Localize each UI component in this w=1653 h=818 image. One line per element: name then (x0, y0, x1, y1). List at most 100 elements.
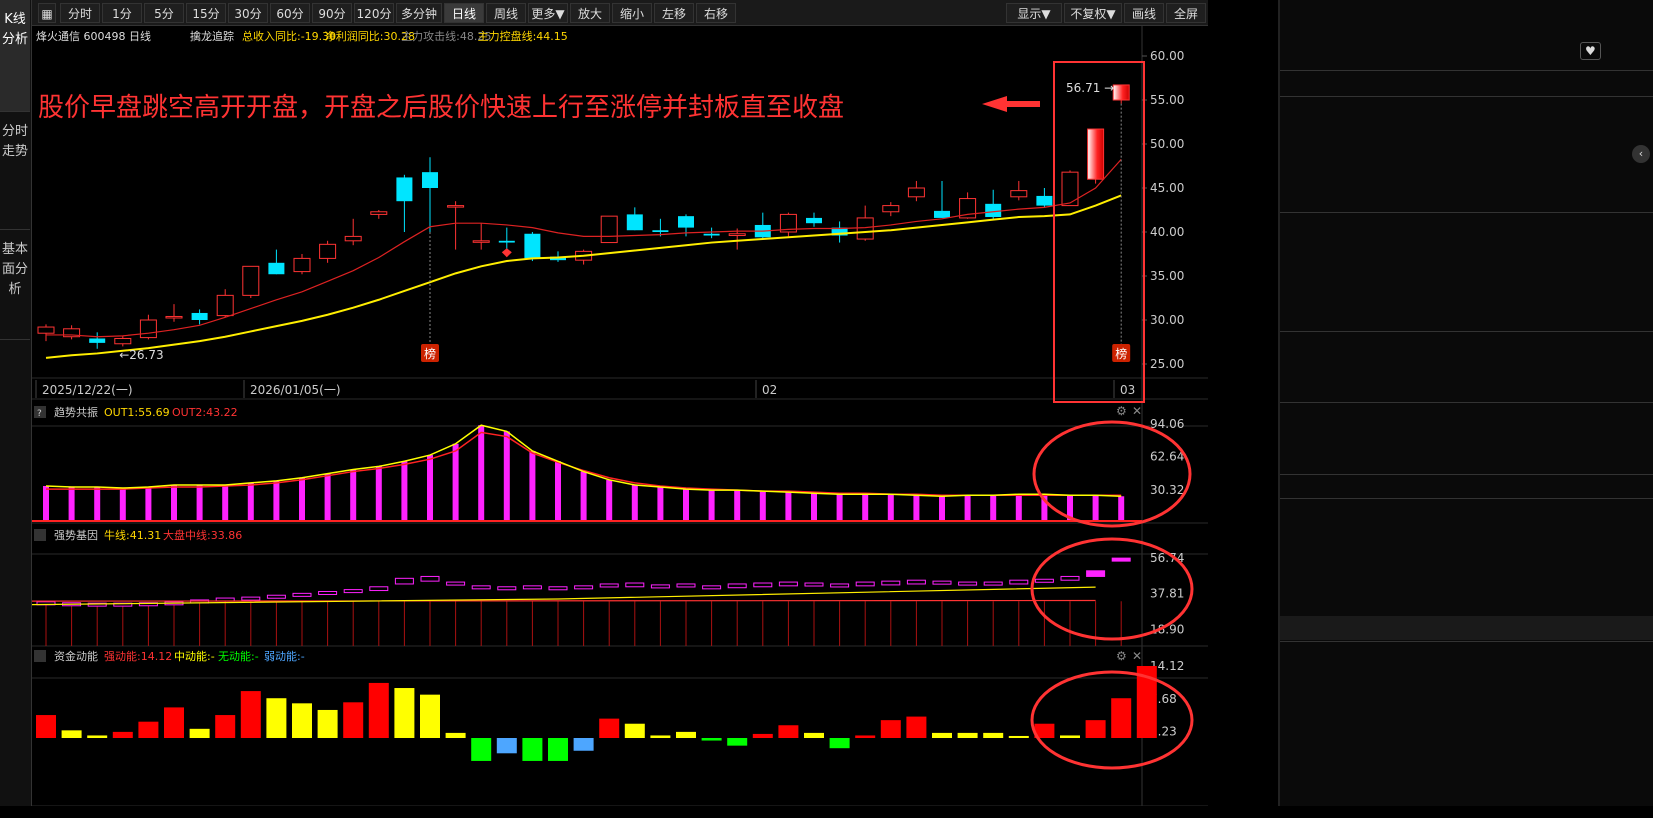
period-tab-10[interactable]: 周线 (486, 3, 526, 23)
fund-bar (240, 691, 261, 738)
fund-bar (496, 738, 517, 754)
strong-box (318, 590, 338, 595)
gear-icon[interactable]: ⚙ (1116, 649, 1127, 663)
trend-bar (631, 484, 638, 521)
period-tab-11[interactable]: 更多▼ (528, 3, 568, 23)
trend-bar (43, 485, 49, 521)
strong-box (394, 577, 414, 585)
strong-box (548, 586, 568, 591)
add-watchlist-button[interactable]: ♥ (1580, 42, 1601, 60)
period-tab-1[interactable]: 1分 (102, 3, 142, 23)
rank-badge-icon[interactable]: 榜 (1112, 344, 1131, 362)
fund-bar (317, 709, 338, 738)
fund-bar (1008, 735, 1029, 738)
strong-box (855, 581, 875, 587)
strong-box (702, 585, 722, 590)
fund-bar (471, 738, 492, 761)
fund-bar (266, 698, 287, 738)
trend-bar (555, 461, 561, 521)
strong-box (522, 585, 542, 590)
strong-box (497, 586, 517, 591)
high-price-label: 56.71 → (1066, 81, 1114, 95)
period-tab-15[interactable]: 右移 (696, 3, 736, 23)
price-tick-4: 40.00 (1150, 225, 1184, 239)
left-nav: K线分析 分时走势 基本面分析 (0, 0, 32, 806)
nav-item-2[interactable]: 基本面分析 (0, 230, 30, 340)
price-tick-5: 35.00 (1150, 269, 1184, 283)
strong-box (983, 581, 1003, 586)
kline-chart-svg[interactable]: 烽火通信 600498 日线 擒龙追踪 总收入同比:-19.30净利润同比:30.2… (31, 26, 1208, 807)
strong-box (292, 592, 312, 597)
fund-bar (906, 716, 927, 738)
close-icon[interactable]: ✕ (1132, 649, 1142, 663)
collapse-arrow-icon[interactable]: ‹ (1632, 145, 1650, 163)
fund-bar (87, 735, 108, 738)
strong-box (1060, 575, 1080, 581)
help-icon[interactable] (34, 529, 46, 541)
period-tab-3[interactable]: 15分 (186, 3, 226, 23)
trend-bar (708, 490, 715, 521)
period-tab-12[interactable]: 放大 (570, 3, 610, 23)
period-tab-7[interactable]: 120分 (354, 3, 394, 23)
strong-box (369, 586, 389, 592)
fund-bar (624, 723, 645, 738)
strong-box (778, 581, 798, 587)
fund-bar (983, 732, 1004, 738)
trend-bar (862, 494, 869, 521)
strong-box (676, 583, 696, 588)
period-tab-6[interactable]: 90分 (312, 3, 352, 23)
trend-bar (401, 461, 408, 521)
trend-bar (94, 487, 101, 521)
chart-area[interactable]: 烽火通信 600498 日线 擒龙追踪 总收入同比:-19.30 净利润同比:30.2… (31, 26, 1208, 807)
trend-bar (811, 493, 817, 521)
strong-box (650, 584, 670, 589)
close-icon[interactable]: ✕ (1132, 404, 1142, 418)
strong-box (958, 581, 978, 586)
trend-bar (657, 487, 664, 521)
help-icon[interactable] (34, 650, 46, 662)
period-tab-5[interactable]: 60分 (270, 3, 310, 23)
period-tab-13[interactable]: 缩小 (612, 3, 652, 23)
toolbar-right-1[interactable]: 不复权▼ (1064, 3, 1122, 23)
toolbar-right-2[interactable]: 画线 (1124, 3, 1164, 23)
trend-bar (683, 489, 689, 521)
trend-bar (478, 425, 485, 521)
svg-text:?: ? (37, 409, 42, 419)
fund-bar (701, 738, 722, 741)
period-tab-9[interactable]: 日线 (444, 3, 484, 23)
fund-bar (548, 738, 568, 761)
period-tab-14[interactable]: 左移 (654, 3, 694, 23)
fund-bar (36, 715, 56, 738)
strong-box (599, 583, 619, 588)
rank-badge-icon[interactable]: 榜 (421, 344, 439, 362)
fund-none: 无动能:- (218, 649, 259, 663)
fund-bar (829, 738, 850, 749)
price-tick-7: 25.00 (1150, 357, 1184, 371)
fund-bar (1085, 720, 1106, 738)
fund-bar (752, 733, 773, 738)
period-tab-0[interactable]: 分时 (60, 3, 100, 23)
gear-icon[interactable]: ⚙ (1116, 404, 1127, 418)
fund-bar (957, 732, 978, 738)
strong-box (574, 585, 594, 590)
strong-box (1111, 557, 1131, 562)
trend-bar (606, 479, 613, 521)
trend-bar (145, 487, 152, 521)
period-tab-8[interactable]: 多分钟 (396, 3, 442, 23)
period-tab-2[interactable]: 5分 (144, 3, 184, 23)
trend-bar (324, 473, 331, 521)
quote-panel: ♥ ‹ (1278, 0, 1653, 806)
toolbar-right-0[interactable]: 显示▼ (1006, 3, 1062, 23)
fund-bar (855, 735, 876, 738)
toolbar-right-3[interactable]: 全屏 (1166, 3, 1206, 23)
nav-item-1[interactable]: 分时走势 (0, 112, 30, 230)
strong-box (420, 575, 440, 582)
period-tab-4[interactable]: 30分 (228, 3, 268, 23)
menu-icon[interactable]: ▦ (38, 3, 56, 23)
strong-box (1086, 570, 1106, 577)
strong-box (753, 582, 773, 588)
nav-item-0[interactable]: K线分析 (0, 0, 30, 112)
indicator-value-3: 主力控盘线:44.15 (478, 29, 568, 43)
period-toolbar: ▦ 分时 1分 5分 15分 30分 60分 90分 120分 多分钟 日线 周线 更多▼ 放大 缩小 左移右… (32, 0, 1208, 26)
fund-bar (445, 732, 466, 738)
